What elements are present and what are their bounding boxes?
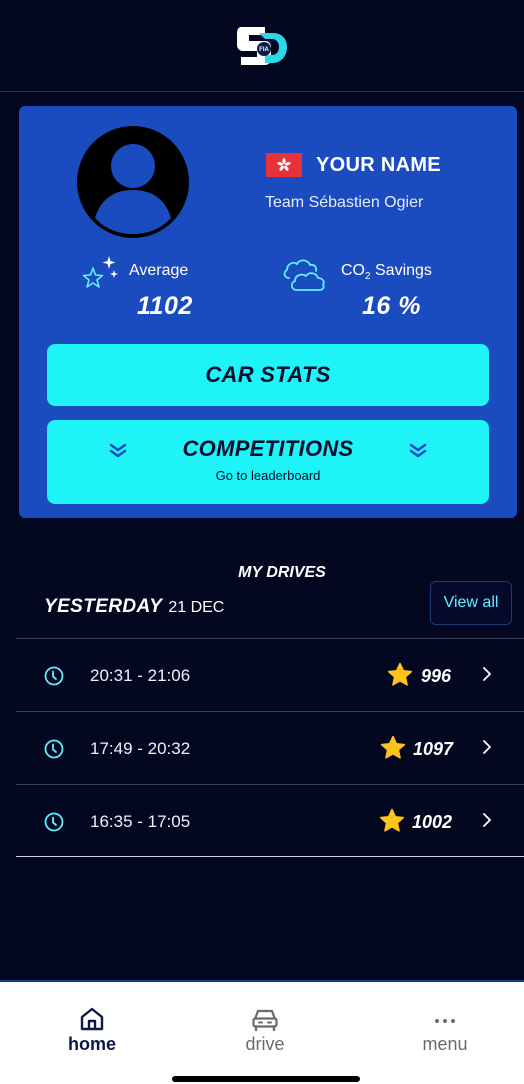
drive-score: 1002 bbox=[412, 812, 453, 832]
drive-time: 16:35 - 17:05 bbox=[90, 812, 191, 831]
clock-icon bbox=[44, 739, 64, 759]
more-icon bbox=[435, 1019, 455, 1023]
car-stats-button[interactable]: CAR STATS bbox=[47, 344, 489, 406]
chevron-double-down-icon bbox=[409, 443, 427, 458]
tab-drive[interactable]: drive bbox=[205, 1006, 325, 1055]
day-label: YESTERDAY bbox=[44, 596, 163, 617]
drive-row[interactable]: 17:49 - 20:32 1097 bbox=[16, 711, 524, 784]
co2-label: CO2 Savings bbox=[341, 262, 432, 282]
view-all-button[interactable]: View all bbox=[430, 581, 512, 625]
hong-kong-flag-icon bbox=[266, 153, 302, 177]
tab-menu[interactable]: menu bbox=[385, 1006, 505, 1055]
competitions-button[interactable]: COMPETITIONS Go to leaderboard bbox=[47, 420, 489, 504]
tab-home[interactable]: home bbox=[32, 1006, 152, 1055]
team-name: Team Sébastien Ogier bbox=[265, 194, 424, 211]
name-row: YOUR NAME bbox=[266, 153, 441, 177]
tab-home-label: home bbox=[67, 1034, 116, 1054]
co2-label-main: CO bbox=[341, 262, 365, 279]
chevron-right-icon bbox=[483, 740, 491, 754]
clouds-icon bbox=[283, 259, 325, 291]
bottom-tab-bar: home drive menu bbox=[0, 982, 524, 1084]
clock-icon bbox=[44, 666, 64, 686]
sparkle-stars-icon bbox=[82, 256, 118, 288]
drive-time: 17:49 - 20:32 bbox=[90, 739, 191, 758]
drive-score: 1097 bbox=[413, 739, 454, 759]
chevron-right-icon bbox=[483, 813, 491, 827]
star-icon bbox=[380, 735, 406, 759]
home-indicator bbox=[172, 1076, 360, 1082]
average-value: 1102 bbox=[137, 292, 193, 320]
profile-card: YOUR NAME Team Sébastien Ogier Average 1… bbox=[19, 106, 517, 518]
app-header: FIA bbox=[0, 0, 524, 92]
co2-label-rest: Savings bbox=[370, 262, 432, 279]
car-stats-label: CAR STATS bbox=[205, 362, 331, 387]
day-date: 21 DEC bbox=[168, 599, 225, 616]
drive-row[interactable]: 16:35 - 17:05 1002 bbox=[16, 784, 524, 857]
drive-time: 20:31 - 21:06 bbox=[90, 666, 191, 685]
star-icon bbox=[379, 808, 405, 832]
app-logo-icon: FIA bbox=[237, 26, 287, 65]
avatar-icon[interactable] bbox=[77, 126, 189, 238]
user-name: YOUR NAME bbox=[316, 153, 441, 176]
chevron-double-down-icon bbox=[109, 443, 127, 458]
chevron-right-icon bbox=[483, 667, 491, 681]
drive-score: 996 bbox=[421, 666, 452, 686]
day-header: YESTERDAY 21 DEC bbox=[44, 596, 224, 618]
car-icon bbox=[252, 1009, 278, 1032]
clock-icon bbox=[44, 812, 64, 832]
tab-menu-label: menu bbox=[422, 1034, 468, 1054]
competitions-sublabel: Go to leaderboard bbox=[215, 468, 321, 483]
my-drives-title: MY DRIVES bbox=[238, 564, 326, 581]
drive-list: 20:31 - 21:06 996 17:49 - 20:32 1097 16:… bbox=[0, 638, 524, 857]
co2-value: 16 % bbox=[362, 292, 421, 320]
drive-row[interactable]: 20:31 - 21:06 996 bbox=[16, 638, 524, 711]
svg-text:FIA: FIA bbox=[259, 47, 269, 53]
average-label: Average bbox=[129, 262, 189, 279]
tab-drive-label: drive bbox=[245, 1034, 285, 1054]
home-icon bbox=[80, 1007, 104, 1031]
star-icon bbox=[387, 662, 413, 686]
